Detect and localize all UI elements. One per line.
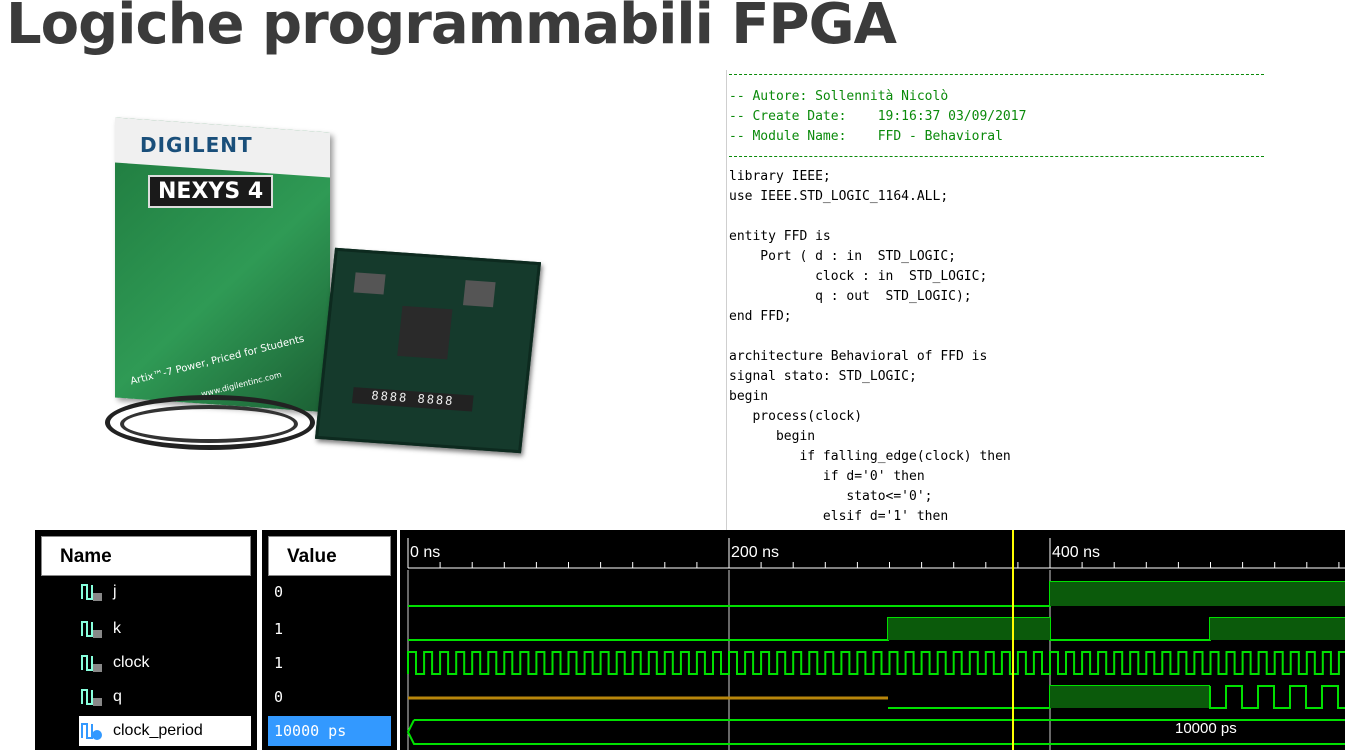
signal-icon: [79, 687, 105, 707]
code-line: begin: [729, 389, 769, 404]
time-label: 200 ns: [731, 544, 780, 561]
signal-row-clock[interactable]: clock: [79, 648, 149, 678]
brand-label: DIGILENT: [140, 133, 253, 157]
waveform-canvas[interactable]: [400, 530, 1345, 750]
code-line: end FFD;: [729, 309, 792, 324]
signal-name: k: [113, 620, 121, 637]
code-line: process(clock): [729, 409, 863, 424]
waveform-panel[interactable]: 0 ns 200 ns 400 ns 10000 ps: [400, 530, 1345, 750]
code-line: elsif d='1' then: [729, 509, 949, 524]
signal-value: 0: [274, 688, 284, 706]
signal-value: 0: [274, 583, 284, 601]
wave-k-fill: [1210, 618, 1345, 640]
slide-title: Logiche programmabili FPGA: [6, 0, 897, 57]
signal-row-clock-period[interactable]: clock_period: [79, 716, 251, 746]
code-line: Port ( d : in STD_LOGIC;: [729, 249, 956, 264]
code-line: begin: [729, 429, 816, 444]
fpga-board: 8888 8888: [314, 247, 542, 454]
code-line: if d='0' then: [729, 469, 925, 484]
signal-row-q[interactable]: q: [79, 682, 122, 712]
signal-value: 1: [274, 654, 284, 672]
signal-icon: [79, 619, 105, 639]
code-line: clock : in STD_LOGIC;: [729, 269, 988, 284]
model-label: NEXYS 4: [148, 175, 274, 208]
product-photo: DIGILENT NEXYS 4 Artix™-7 Power, Priced …: [90, 115, 542, 460]
time-label: 400 ns: [1052, 544, 1101, 561]
bus-value-label: 10000 ps: [1175, 720, 1237, 737]
wave-q-toggle: [1209, 685, 1345, 709]
code-line: use IEEE.STD_LOGIC_1164.ALL;: [729, 189, 949, 204]
time-label: 0 ns: [410, 544, 441, 561]
comment-separator: [729, 156, 1264, 157]
signal-icon: [79, 653, 105, 673]
vhdl-code-panel: -- Autore: Sollennità Nicolò -- Create D…: [726, 70, 1267, 530]
code-line: entity FFD is: [729, 229, 831, 244]
signal-names-panel: Name j k clock q clock_period: [35, 530, 257, 750]
signal-name: clock_period: [113, 722, 203, 739]
wave-k-fill: [888, 618, 1050, 640]
signal-name: q: [113, 688, 122, 705]
seven-segment-display: 8888 8888: [351, 387, 474, 412]
code-line: stato<='0';: [729, 489, 933, 504]
code-line: signal stato: STD_LOGIC;: [729, 369, 917, 384]
code-line: if falling_edge(clock) then: [729, 449, 1011, 464]
signal-values-panel: Value 0 1 1 0 10000 ps: [262, 530, 397, 750]
code-line: -- Autore: Sollennità Nicolò: [729, 89, 949, 104]
signal-name: clock: [113, 654, 150, 671]
wave-k: [408, 617, 1345, 641]
signal-icon: [79, 582, 105, 602]
code-line: -- Create Date: 19:16:37 03/09/2017: [729, 109, 1027, 124]
value-column-header[interactable]: Value: [268, 536, 391, 576]
signal-name: j: [113, 583, 117, 600]
signal-value: 1: [274, 620, 284, 638]
wave-q-fill: [1050, 686, 1210, 708]
signal-row-j[interactable]: j: [79, 577, 117, 607]
comment-separator: [729, 74, 1264, 75]
code-line: architecture Behavioral of FFD is: [729, 349, 988, 364]
wave-clock: [407, 651, 1345, 675]
code-line: -- Module Name: FFD - Behavioral: [729, 129, 1003, 144]
signal-row-k[interactable]: k: [79, 614, 121, 644]
code-line: q : out STD_LOGIC);: [729, 289, 972, 304]
signal-value: 10000 ps: [268, 716, 391, 746]
constant-icon: [79, 721, 105, 741]
wave-j-fill: [1050, 582, 1345, 606]
name-column-header[interactable]: Name: [41, 536, 251, 576]
code-line: library IEEE;: [729, 169, 831, 184]
